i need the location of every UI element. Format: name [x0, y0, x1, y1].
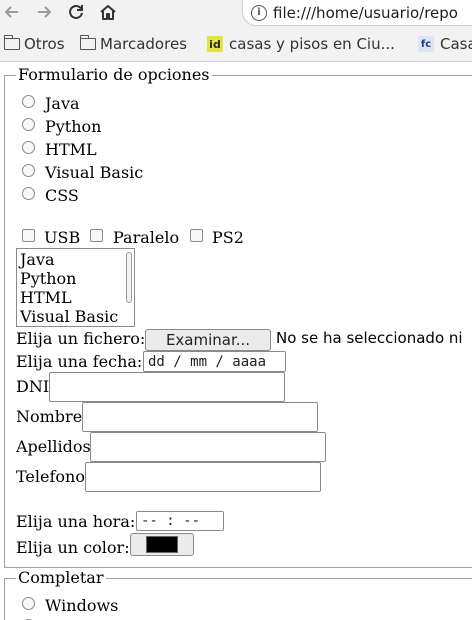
folder-icon — [3, 35, 20, 50]
radio-html[interactable] — [22, 141, 35, 154]
color-swatch — [146, 536, 178, 553]
fotocasa-favicon-icon: fc — [418, 36, 434, 52]
nombre-field[interactable] — [82, 402, 318, 432]
radio-label-css: CSS — [45, 186, 79, 205]
telefono-field[interactable] — [85, 462, 321, 492]
checkbox-label-paralelo: Paralelo — [113, 228, 180, 247]
apellidos-label: Apellidos — [16, 437, 91, 456]
time-label: Elija una hora: — [16, 512, 136, 531]
info-icon[interactable]: i — [251, 4, 267, 21]
checkbox-paralelo[interactable] — [90, 229, 103, 242]
listbox-option-html[interactable]: HTML — [20, 288, 72, 307]
radio-windows[interactable] — [22, 597, 35, 610]
date-input[interactable]: dd / mm / aaaa — [143, 351, 286, 372]
home-icon[interactable] — [96, 0, 120, 24]
checkbox-ps2[interactable] — [190, 229, 203, 242]
radio-java[interactable] — [22, 95, 35, 108]
browser-toolbar: i file:///home/usuario/repo Otros Marcad… — [0, 0, 472, 62]
date-label: Elija una fecha: — [16, 352, 143, 371]
apellidos-field[interactable] — [90, 432, 326, 462]
bookmark-label: Marcadores — [100, 35, 187, 53]
radio-label-visual-basic: Visual Basic — [45, 163, 144, 182]
file-browse-button[interactable]: Examinar... — [145, 329, 271, 351]
bookmark-casa[interactable]: fc Casa — [418, 33, 472, 55]
bookmark-label: Casa — [440, 35, 472, 53]
checkbox-usb[interactable] — [22, 229, 35, 242]
checkbox-label-ps2: PS2 — [212, 228, 244, 247]
color-label: Elija un color: — [16, 538, 130, 557]
file-status: No se ha seleccionado ni — [276, 329, 463, 347]
radio-python[interactable] — [22, 118, 35, 131]
page-content: Formulario de opciones Java Python HTML … — [0, 61, 472, 620]
fieldset-legend: Formulario de opciones — [16, 65, 212, 84]
bookmark-otros[interactable]: Otros — [3, 33, 65, 55]
listbox-option-java[interactable]: Java — [20, 250, 55, 269]
radio-label-java: Java — [45, 94, 80, 113]
radio-css[interactable] — [22, 187, 35, 200]
checkbox-label-usb: USB — [44, 228, 81, 247]
nombre-label: Nombre — [16, 407, 83, 426]
dni-field[interactable] — [49, 372, 285, 402]
fieldset2-legend: Completar — [16, 568, 106, 587]
telefono-label: Telefono — [16, 467, 85, 486]
address-bar[interactable]: i file:///home/usuario/repo — [242, 0, 472, 26]
bookmark-casas-pisos[interactable]: id casas y pisos en Ciu... — [207, 33, 395, 55]
color-picker[interactable] — [130, 533, 194, 556]
file-label: Elija un fichero: — [16, 329, 146, 348]
listbox-scrollbar[interactable] — [126, 252, 132, 303]
forward-icon[interactable] — [32, 0, 56, 24]
listbox-option-python[interactable]: Python — [20, 269, 76, 288]
folder-icon — [79, 35, 96, 50]
bookmark-label: casas y pisos en Ciu... — [229, 35, 395, 53]
idealista-favicon-icon: id — [207, 36, 223, 52]
time-input[interactable]: -- : -- — [136, 511, 224, 531]
listbox-option-visual-basic[interactable]: Visual Basic — [20, 307, 118, 326]
back-icon[interactable] — [0, 0, 24, 24]
radio-visual-basic[interactable] — [22, 164, 35, 177]
radio-label-windows: Windows — [45, 596, 119, 615]
radio-label-html: HTML — [45, 140, 97, 159]
radio-label-python: Python — [45, 117, 102, 136]
dni-label: DNI — [16, 377, 50, 396]
bookmark-label: Otros — [24, 35, 65, 53]
bookmark-marcadores[interactable]: Marcadores — [79, 33, 187, 55]
listbox-languages[interactable]: Java Python HTML Visual Basic — [16, 248, 135, 327]
url-text: file:///home/usuario/repo — [273, 3, 458, 22]
reload-icon[interactable] — [64, 0, 88, 24]
